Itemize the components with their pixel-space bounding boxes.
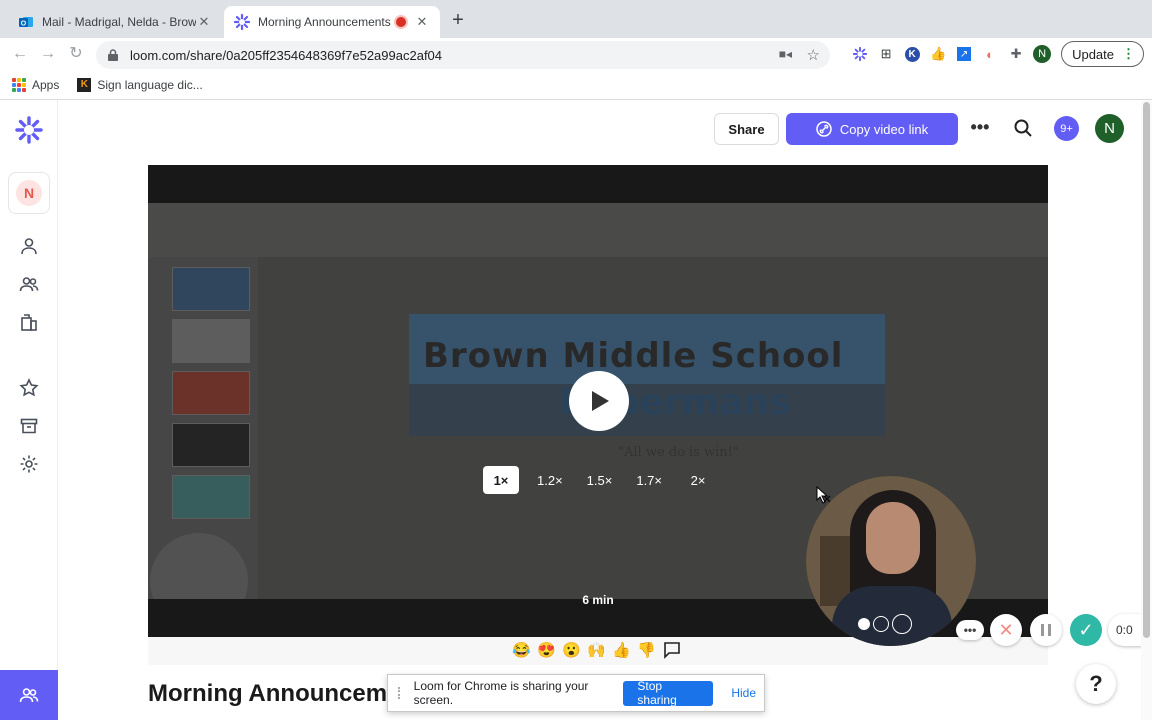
star-icon[interactable] [17, 376, 41, 400]
copy-video-link-button[interactable]: Copy video link [786, 113, 958, 145]
share-button[interactable]: Share [714, 113, 779, 145]
speed-option-1x[interactable]: 1× [483, 466, 519, 494]
play-button[interactable] [569, 371, 629, 431]
user-avatar[interactable]: N [1095, 114, 1124, 143]
close-icon[interactable]: ✕ [414, 14, 430, 30]
url-text: loom.com/share/0a205ff2354648369f7e52a99… [130, 47, 443, 63]
link-icon [816, 121, 832, 137]
reload-icon[interactable]: ↻ [64, 42, 88, 66]
speed-option-1-7x[interactable]: 1.7× [630, 466, 668, 494]
tab-title: Mail - Madrigal, Nelda - Brown [42, 15, 196, 29]
drag-handle-icon[interactable] [398, 687, 404, 699]
new-tab-icon[interactable]: + [448, 10, 468, 30]
help-button[interactable]: ? [1076, 664, 1116, 704]
stop-sharing-button[interactable]: Stop sharing [623, 679, 714, 707]
pause-icon [1041, 624, 1051, 636]
scrollbar-thumb[interactable] [1143, 102, 1150, 638]
reaction-surprised[interactable]: 😮 [562, 641, 581, 665]
size-small-icon[interactable] [858, 618, 870, 630]
recording-menu-button[interactable]: ••• [956, 620, 984, 640]
notifications-badge[interactable]: 9+ [1054, 116, 1079, 141]
reaction-buttons: 😂 😍 😮 🙌 👍 👎 [512, 641, 681, 665]
bookmark-label: Sign language dic... [97, 77, 203, 92]
profile-avatar[interactable]: N [1029, 38, 1055, 70]
speed-option-2x[interactable]: 2× [680, 466, 716, 494]
loom-icon [234, 14, 250, 30]
size-large-icon[interactable] [892, 614, 912, 634]
tab-mail[interactable]: O Mail - Madrigal, Nelda - Brown ✕ [8, 6, 222, 38]
recording-indicator-icon [396, 17, 406, 27]
bookmark-label: Apps [32, 77, 60, 92]
reaction-heart-eyes[interactable]: 😍 [537, 641, 556, 665]
comment-icon[interactable] [662, 641, 681, 665]
playback-speed-options: 1× 1.2× 1.5× 1.7× 2× [483, 466, 716, 494]
workspace-switcher[interactable]: N [8, 172, 50, 214]
page-scrollbar[interactable] [1141, 100, 1152, 720]
tab-title: Morning Announcements 9 [258, 15, 396, 29]
k-extension-icon[interactable]: K [899, 38, 925, 70]
camera-size-toggle[interactable] [858, 614, 912, 634]
tab-loom[interactable]: Morning Announcements 9 ✕ [224, 6, 440, 38]
grid-extension-icon[interactable]: ⊞ [873, 38, 899, 70]
sign-language-icon: K [77, 77, 92, 92]
loom-extension-icon[interactable] [847, 38, 873, 70]
building-icon[interactable] [17, 310, 41, 334]
close-icon[interactable]: ✕ [196, 14, 212, 30]
speed-option-1-2x[interactable]: 1.2× [531, 466, 569, 494]
back-icon[interactable]: ← [8, 42, 32, 66]
cursor-icon [816, 486, 831, 504]
video-duration: 6 min [582, 593, 614, 607]
browser-tab-strip: O Mail - Madrigal, Nelda - Brown ✕ Morni… [0, 0, 1152, 38]
reaction-laugh[interactable]: 😂 [512, 641, 531, 665]
workspace-initial: N [16, 180, 42, 206]
hide-button[interactable]: Hide [723, 686, 764, 700]
svg-text:O: O [21, 21, 27, 28]
reaction-thumbs-down[interactable]: 👎 [637, 641, 656, 665]
lock-icon [108, 49, 118, 61]
sharing-message: Loom for Chrome is sharing your screen. [413, 679, 589, 707]
thumbs-up-extension-icon[interactable]: 👍 [925, 38, 951, 70]
reaction-thumbs-up[interactable]: 👍 [612, 641, 631, 665]
copy-link-label: Copy video link [839, 121, 929, 137]
menu-dots-icon: ⋮ [1122, 46, 1135, 61]
user-icon[interactable] [17, 234, 41, 258]
loom-sidebar: N [0, 100, 58, 720]
puzzle-icon[interactable]: ✚ [1003, 38, 1029, 70]
update-button[interactable]: Update ⋮ [1061, 41, 1144, 67]
bookmarks-bar: Apps K Sign language dic... [0, 70, 1152, 100]
video-title: Morning Announcements [148, 680, 398, 707]
pause-recording-button[interactable] [1030, 614, 1062, 646]
more-options-icon[interactable]: ••• [968, 116, 992, 140]
browser-toolbar: ← → ↻ loom.com/share/0a205ff2354648369f7… [0, 38, 1152, 70]
camera-icon[interactable]: ■◂ [779, 47, 792, 61]
screencast-extension-icon[interactable]: ◐ [977, 38, 1003, 70]
update-label: Update [1072, 46, 1114, 62]
reaction-raised-hands[interactable]: 🙌 [587, 641, 606, 665]
arrow-extension-icon[interactable]: ↗ [951, 38, 977, 70]
screen-sharing-bar: Loom for Chrome is sharing your screen. … [387, 674, 765, 712]
extensions-area: ⊞ K 👍 ↗ ◐ ✚ N Update ⋮ [847, 38, 1144, 70]
bookmark-sign-language[interactable]: K Sign language dic... [77, 77, 203, 92]
invite-team-button[interactable] [0, 670, 58, 720]
people-icon [19, 688, 39, 703]
forward-icon[interactable]: → [36, 42, 60, 66]
archive-icon[interactable] [17, 414, 41, 438]
star-icon[interactable]: ☆ [807, 46, 820, 64]
apps-grid-icon [12, 77, 26, 92]
play-icon [592, 391, 609, 411]
address-bar[interactable]: loom.com/share/0a205ff2354648369f7e52a99… [96, 41, 830, 69]
settings-gear-icon[interactable] [17, 452, 41, 476]
finish-recording-button[interactable]: ✓ [1070, 614, 1102, 646]
bookmark-apps[interactable]: Apps [12, 77, 60, 92]
speed-option-1-5x[interactable]: 1.5× [581, 466, 619, 494]
loom-logo-icon[interactable] [15, 116, 43, 144]
size-medium-icon[interactable] [873, 616, 889, 632]
outlook-icon: O [18, 14, 34, 30]
webcam-person-face [866, 502, 920, 574]
search-icon[interactable] [1011, 116, 1035, 140]
cancel-recording-button[interactable]: ✕ [990, 614, 1022, 646]
team-icon[interactable] [17, 272, 41, 296]
